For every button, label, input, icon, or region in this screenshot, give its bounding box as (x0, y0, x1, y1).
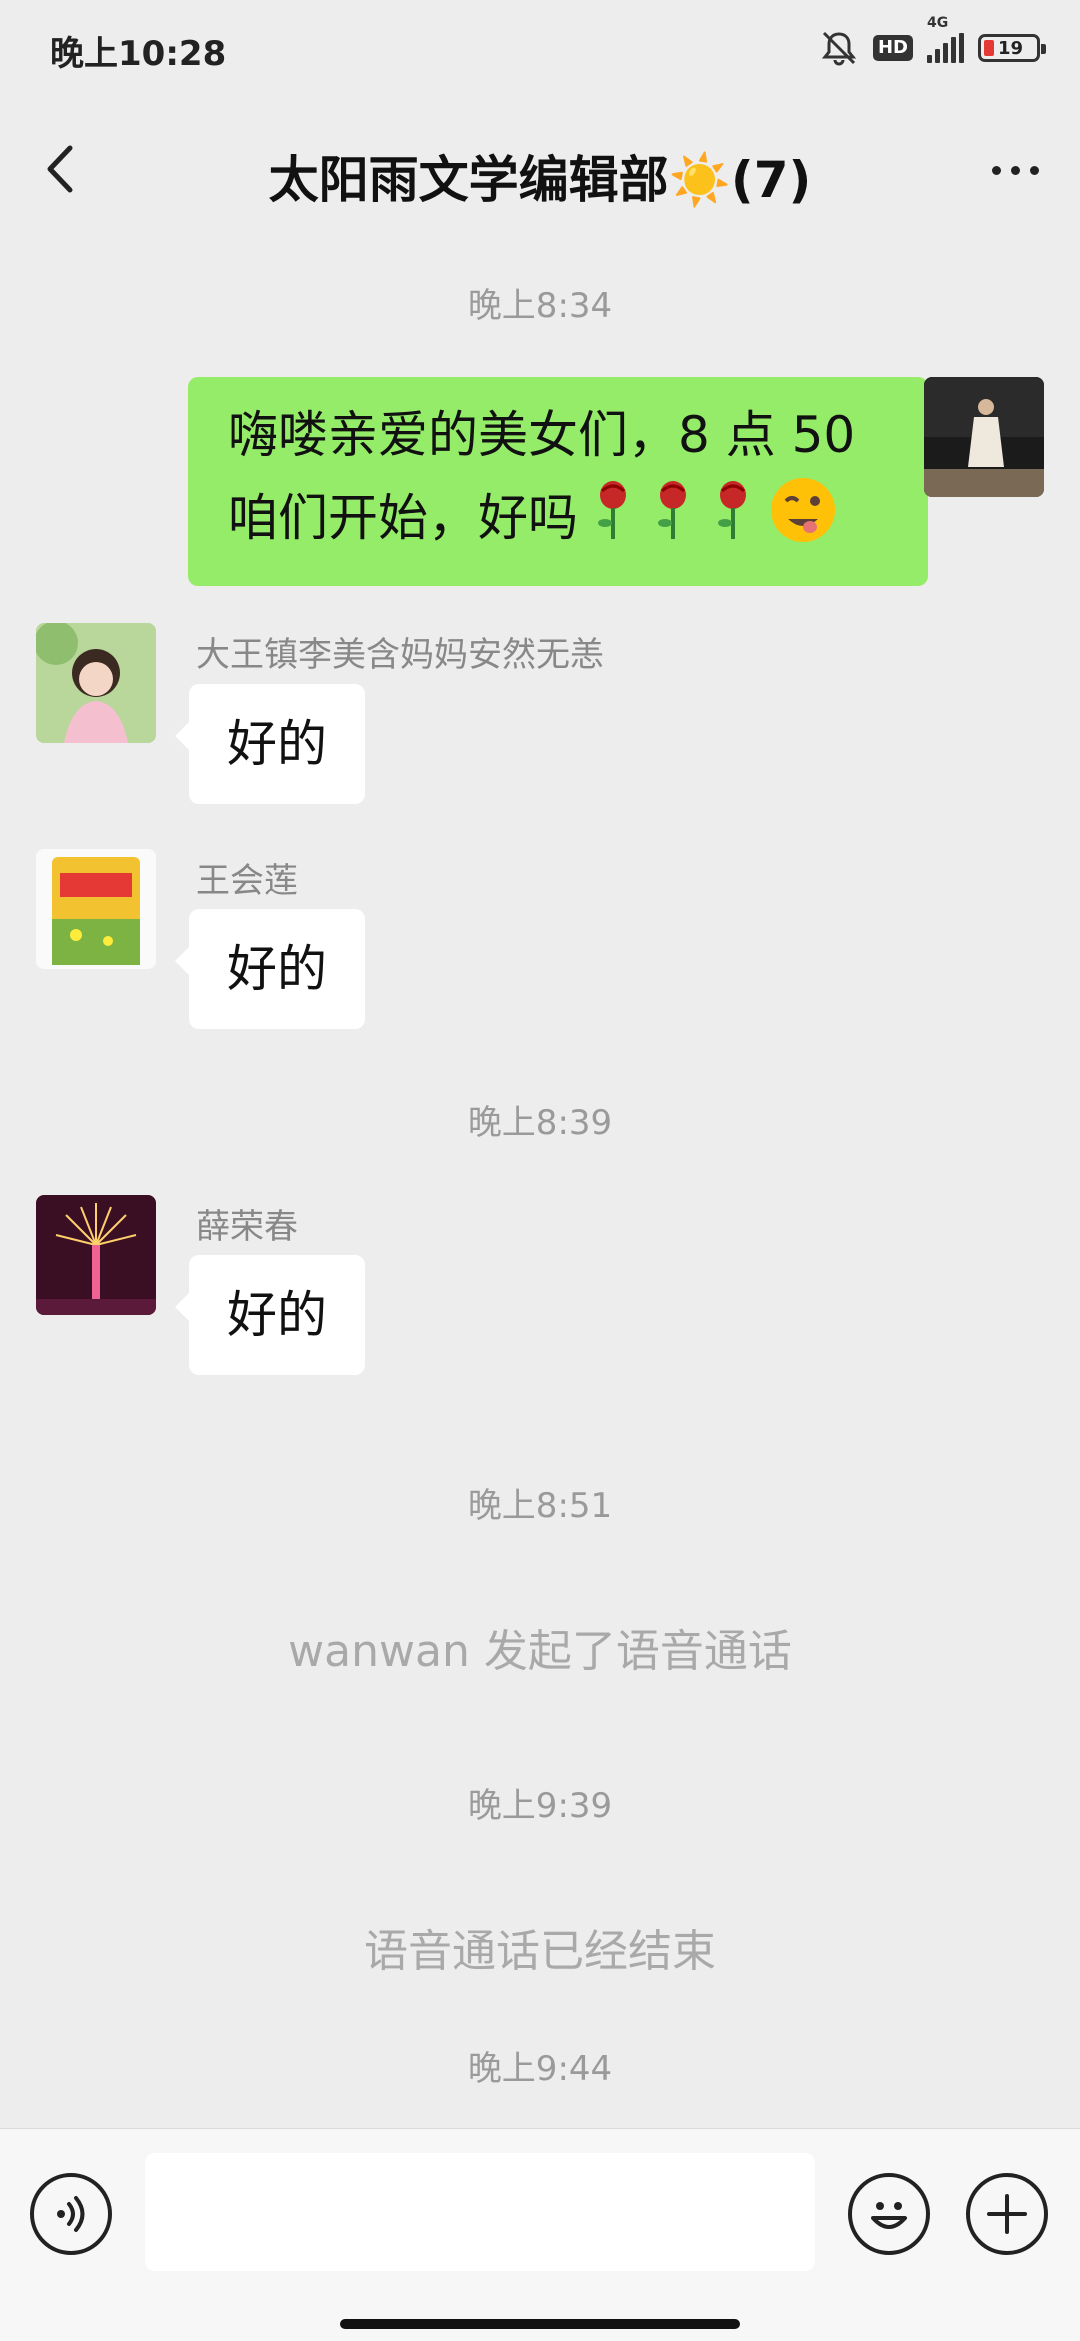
battery-icon: 19 (978, 34, 1046, 62)
back-button[interactable] (30, 134, 100, 204)
more-dot (1029, 165, 1039, 175)
emoji-icon (871, 2202, 907, 2229)
more-dot (991, 165, 1001, 175)
status-icons: HD 4G 19 (819, 15, 1046, 70)
outgoing-message-bubble[interactable]: 嗨喽亲爱的美女们，8 点 50 咱们开始，好吗 (188, 377, 942, 586)
signal-icon: 4G (927, 15, 964, 63)
incoming-message-bubble[interactable]: 好的 (175, 684, 365, 804)
rose-emoji (648, 479, 698, 564)
message-text: 好的 (227, 1286, 327, 1344)
timestamp: 晚上8:34 (467, 286, 613, 326)
hd-icon: HD (872, 35, 913, 61)
rose-emoji (588, 479, 638, 564)
chat-title: 太阳雨文学编辑部☀️(7) (268, 151, 812, 209)
voice-button[interactable] (30, 2173, 112, 2255)
voice-icon (57, 2196, 85, 2232)
message-input[interactable] (145, 2153, 815, 2271)
message-text: 好的 (227, 940, 327, 998)
network-type: 4G (927, 15, 949, 31)
system-message: 语音通话已经结束 (364, 1926, 716, 1977)
emoji-button[interactable] (848, 2173, 930, 2255)
status-time: 晚上10:28 (50, 34, 227, 74)
message-text: 好的 (227, 715, 327, 773)
input-bar (0, 2128, 1080, 2341)
wink-emoji (768, 475, 838, 568)
home-indicator[interactable] (340, 2319, 740, 2329)
timestamp: 晚上9:44 (467, 2049, 613, 2089)
mute-bell-icon (821, 31, 857, 66)
sender-avatar[interactable] (36, 623, 156, 743)
incoming-message-bubble[interactable]: 好的 (175, 1255, 365, 1375)
sender-name: 薛荣春 (196, 1207, 298, 1247)
more-dot (1010, 165, 1020, 175)
message-list[interactable]: 晚上8:34 嗨喽亲爱的美女们，8 点 50 咱们开始，好吗 大王镇李美含妈妈安… (0, 235, 1080, 2125)
timestamp: 晚上9:39 (467, 1786, 613, 1826)
system-message: wanwan 发起了语音通话 (288, 1626, 792, 1677)
plus-icon (987, 2194, 1027, 2234)
timestamp: 晚上8:39 (467, 1103, 613, 1143)
message-text: 嗨喽亲爱的美女们，8 点 50 咱们开始，好吗 (228, 406, 856, 547)
back-arrow-icon (47, 145, 73, 193)
rose-emoji (708, 479, 758, 564)
plus-button[interactable] (966, 2173, 1048, 2255)
timestamp: 晚上8:51 (467, 1486, 613, 1526)
sender-avatar[interactable] (36, 1195, 156, 1315)
chat-header: 太阳雨文学编辑部☀️(7) (0, 110, 1080, 230)
sender-name: 王会莲 (196, 861, 298, 901)
incoming-message-bubble[interactable]: 好的 (175, 909, 365, 1029)
status-bar: 晚上10:28 HD 4G 19 (0, 0, 1080, 96)
battery-level: 19 (998, 37, 1024, 59)
sender-name: 大王镇李美含妈妈安然无恙 (196, 635, 604, 675)
more-button[interactable] (980, 140, 1050, 200)
sender-avatar[interactable] (36, 849, 156, 969)
my-avatar[interactable] (924, 377, 1044, 497)
